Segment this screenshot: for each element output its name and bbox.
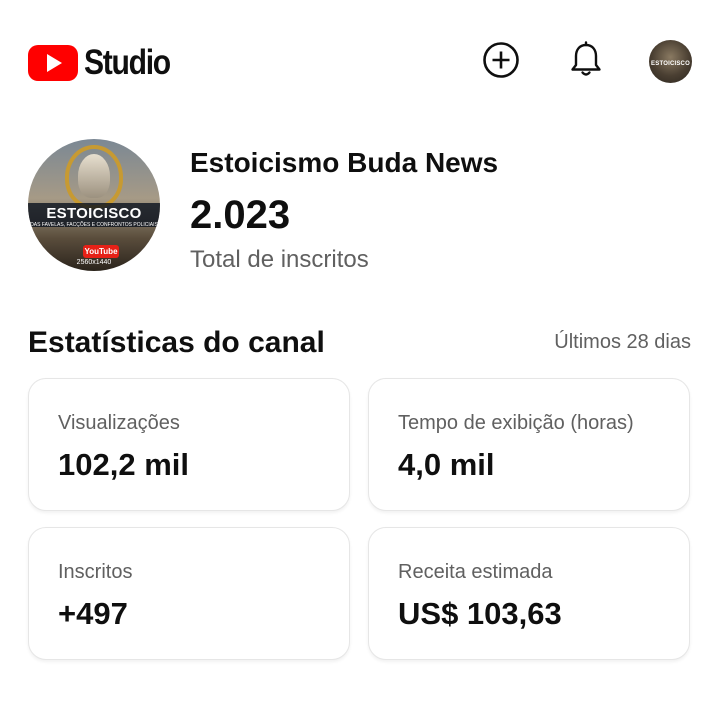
plus-circle-icon	[482, 41, 520, 84]
stat-value: 102,2 mil	[58, 447, 189, 482]
avatar-resolution: 2560x1440	[76, 259, 112, 266]
subscriber-count: 2.023	[190, 193, 291, 237]
stat-card-subscribers[interactable]: Inscritos +497	[28, 527, 350, 660]
stat-label: Tempo de exibição (horas)	[398, 412, 634, 434]
statue-bust-icon	[78, 154, 110, 198]
app-name: Studio	[84, 43, 171, 82]
avatar-title: ESTOICISCO	[46, 205, 142, 222]
studio-logo[interactable]: Studio	[28, 43, 184, 83]
stat-card-revenue[interactable]: Receita estimada US$ 103,63	[368, 527, 690, 660]
stats-date-range: Últimos 28 dias	[554, 331, 691, 353]
stat-value: +497	[58, 596, 128, 631]
stat-value: US$ 103,63	[398, 596, 562, 631]
subscriber-label: Total de inscritos	[190, 246, 369, 273]
create-button[interactable]	[479, 40, 523, 84]
stat-label: Receita estimada	[398, 561, 553, 583]
account-avatar[interactable]: ESTOICISCO	[649, 40, 692, 83]
stat-value: 4,0 mil	[398, 447, 495, 482]
stat-label: Inscritos	[58, 561, 133, 583]
stat-card-watch-time[interactable]: Tempo de exibição (horas) 4,0 mil	[368, 378, 690, 511]
bell-icon	[569, 40, 603, 84]
youtube-play-icon	[28, 45, 78, 81]
channel-name[interactable]: Estoicismo Buda News	[190, 146, 498, 180]
notifications-button[interactable]	[564, 40, 608, 84]
channel-avatar[interactable]: ESTOICISCO DAS FAVELAS, FACÇÕES E CONFRO…	[28, 139, 160, 271]
stats-section-title: Estatísticas do canal	[28, 326, 325, 359]
stat-card-views[interactable]: Visualizações 102,2 mil	[28, 378, 350, 511]
account-avatar-text: ESTOICISCO	[651, 61, 690, 67]
avatar-subtitle: DAS FAVELAS, FACÇÕES E CONFRONTOS POLICI…	[30, 222, 158, 228]
youtube-badge: YouTube	[83, 245, 119, 258]
stat-label: Visualizações	[58, 412, 180, 434]
app-header: Studio ESTOICISCO	[0, 0, 720, 124]
